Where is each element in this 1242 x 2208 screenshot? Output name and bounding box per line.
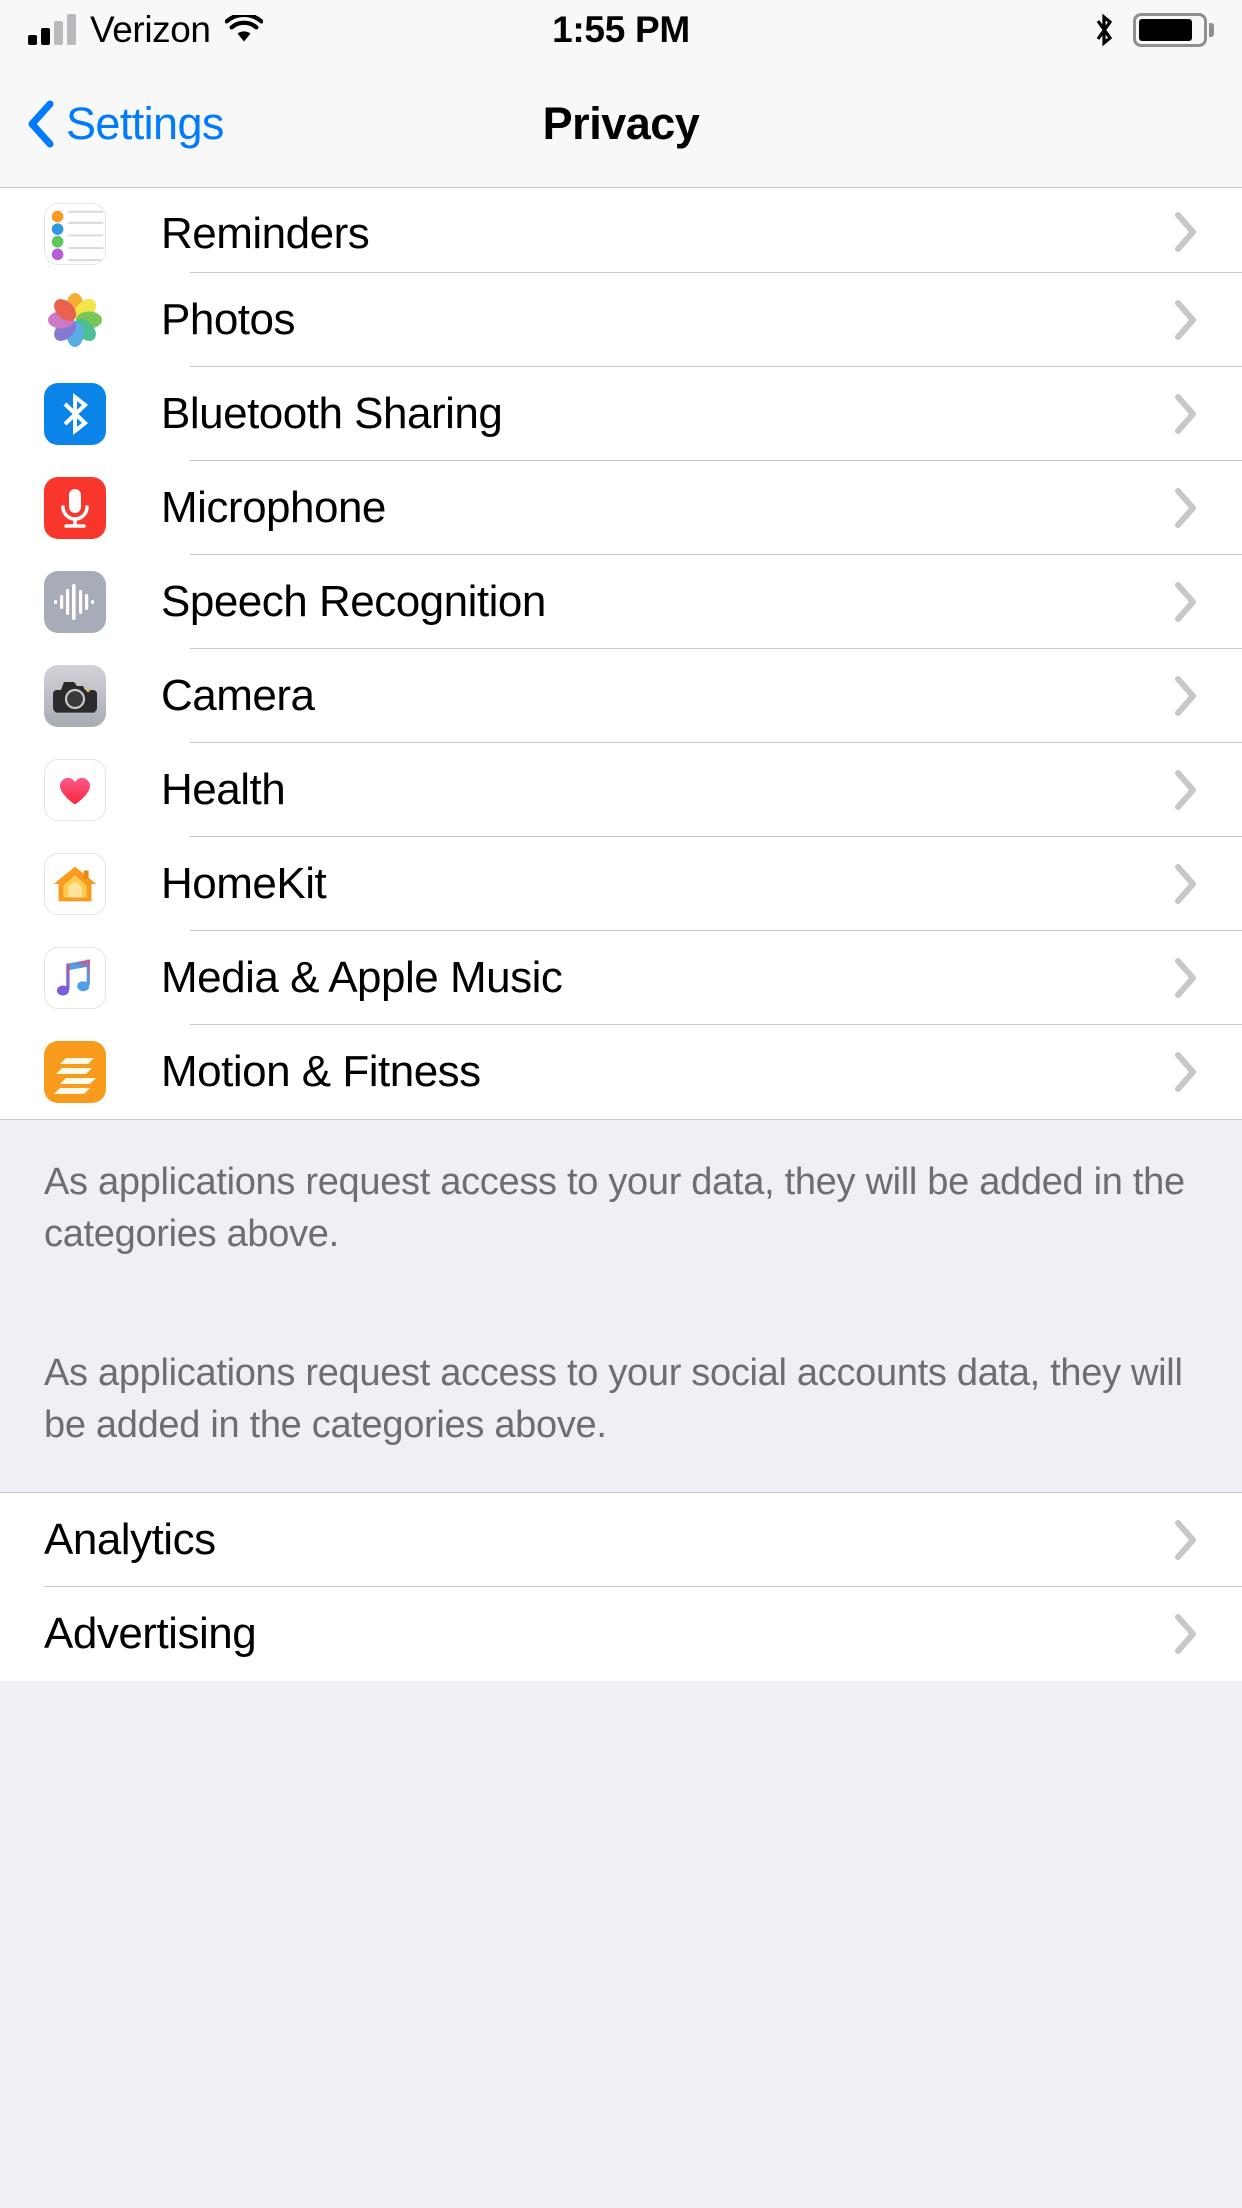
homekit-icon [44, 853, 106, 915]
chevron-right-icon [1174, 1051, 1198, 1093]
status-bar-right [1091, 11, 1214, 49]
footer-note-social: As applications request access to your s… [44, 1351, 1183, 1447]
reminders-icon [44, 203, 106, 265]
list-item-label: Reminders [161, 209, 370, 258]
list-item-camera[interactable]: Camera [0, 649, 1242, 743]
list-item-homekit[interactable]: HomeKit [0, 837, 1242, 931]
list-item-media-apple-music[interactable]: Media & Apple Music [0, 931, 1242, 1025]
list-item-analytics[interactable]: Analytics [0, 1492, 1242, 1587]
camera-icon [44, 665, 106, 727]
chevron-left-icon [26, 100, 56, 148]
privacy-bottom-list: Analytics Advertising [0, 1492, 1242, 1681]
navigation-bar: Settings Privacy [0, 60, 1242, 188]
photos-icon [44, 289, 106, 351]
list-item-health[interactable]: Health [0, 743, 1242, 837]
list-item-reminders[interactable]: Reminders [0, 188, 1242, 273]
list-item-label: Media & Apple Music [161, 953, 563, 1002]
speech-recognition-icon [44, 571, 106, 633]
chevron-right-icon [1174, 863, 1198, 905]
list-item-photos[interactable]: Photos [0, 273, 1242, 367]
list-item-label: HomeKit [161, 859, 327, 908]
list-item-label: Motion & Fitness [161, 1047, 481, 1096]
motion-fitness-icon [44, 1041, 106, 1103]
chevron-right-icon [1174, 1613, 1198, 1655]
chevron-right-icon [1174, 769, 1198, 811]
list-item-speech-recognition[interactable]: Speech Recognition [0, 555, 1242, 649]
list-item-label: Health [161, 765, 286, 814]
chevron-right-icon [1174, 211, 1198, 253]
back-button[interactable]: Settings [26, 98, 224, 150]
back-button-label: Settings [66, 97, 224, 149]
note-spacer [44, 1261, 1198, 1347]
chevron-right-icon [1174, 299, 1198, 341]
bluetooth-sharing-icon [44, 383, 106, 445]
iphone-screen: Verizon 1:55 PM Settings Privacy Reminde… [0, 0, 1242, 2208]
list-item-label: Advertising [44, 1608, 257, 1658]
list-item-label: Bluetooth Sharing [161, 389, 503, 438]
health-icon [44, 759, 106, 821]
microphone-icon [44, 477, 106, 539]
chevron-right-icon [1174, 957, 1198, 999]
media-apple-music-icon [44, 947, 106, 1009]
list-item-label: Camera [161, 671, 315, 720]
battery-icon [1133, 13, 1214, 47]
list-item-label: Photos [161, 295, 295, 344]
chevron-right-icon [1174, 1519, 1198, 1561]
bottom-group-background [0, 1680, 1242, 2208]
status-bar: Verizon 1:55 PM [0, 0, 1242, 60]
clock-label: 1:55 PM [552, 9, 690, 50]
chevron-right-icon [1174, 581, 1198, 623]
footer-note-data: As applications request access to your d… [44, 1161, 1185, 1256]
list-item-label: Microphone [161, 483, 386, 532]
bluetooth-icon [1091, 11, 1117, 49]
list-item-microphone[interactable]: Microphone [0, 461, 1242, 555]
chevron-right-icon [1174, 393, 1198, 435]
list-item-bluetooth-sharing[interactable]: Bluetooth Sharing [0, 367, 1242, 461]
chevron-right-icon [1174, 675, 1198, 717]
chevron-right-icon [1174, 487, 1198, 529]
list-item-label: Analytics [44, 1514, 216, 1564]
list-item-advertising[interactable]: Advertising [0, 1586, 1242, 1681]
privacy-permissions-list: Reminders Photos Bluetooth Sharing Micro… [0, 188, 1242, 1119]
list-item-motion-fitness[interactable]: Motion & Fitness [0, 1025, 1242, 1119]
list-item-label: Speech Recognition [161, 577, 546, 626]
footer-notes-section: As applications request access to your d… [0, 1119, 1242, 1493]
